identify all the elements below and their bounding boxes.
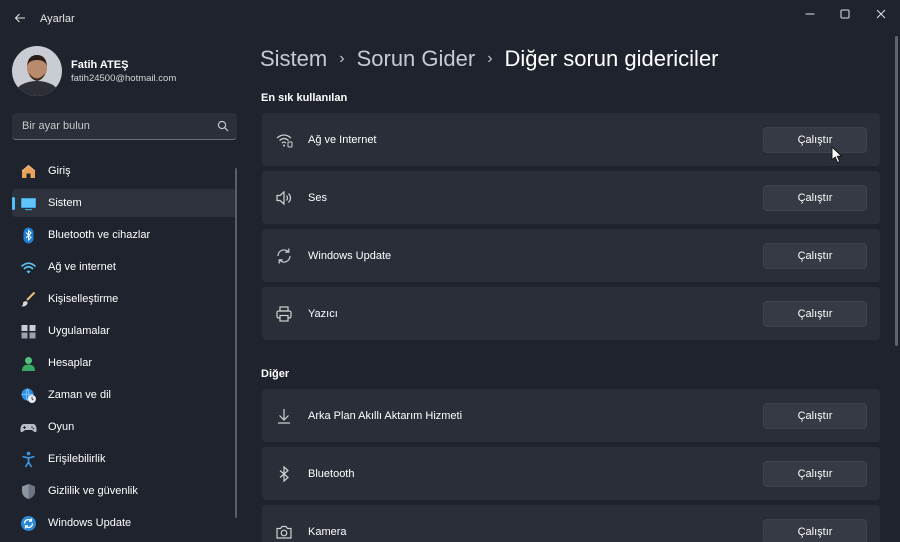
sidebar-item-accounts[interactable]: Hesaplar [12,349,237,377]
breadcrumb: Sistem › Sorun Gider › Diğer sorun gider… [260,46,719,72]
sidebar-item-bluetooth[interactable]: Bluetooth ve cihazlar [12,221,237,249]
maximize-button[interactable] [831,4,859,24]
sidebar-item-label: Giriş [48,165,71,177]
sidebar-item-windows-update[interactable]: Windows Update [12,509,237,537]
sidebar-item-label: Kişiselleştirme [48,293,119,305]
speaker-icon [276,190,292,206]
troubleshooter-row: Yazıcı Çalıştır [262,287,880,340]
sidebar-item-time-language[interactable]: Zaman ve dil [12,381,237,409]
mouse-cursor-icon [831,146,843,164]
close-button[interactable] [867,4,895,24]
bluetooth-icon [23,227,34,244]
section-title-frequent: En sık kullanılan [261,92,348,104]
sidebar-item-label: Uygulamalar [48,325,110,337]
minimize-button[interactable] [796,4,824,24]
close-icon [876,9,886,19]
network-icon [20,262,37,274]
user-name: Fatih ATEŞ [71,59,129,71]
troubleshooter-row: Kamera Çalıştır [262,505,880,542]
chevron-right-icon: › [339,50,345,67]
back-arrow-icon [14,13,25,23]
sidebar-scrollbar[interactable] [235,168,237,518]
troubleshooter-label: Yazıcı [308,308,338,320]
main-scrollbar[interactable] [895,36,898,346]
refresh-icon [277,248,291,264]
gamepad-icon [20,424,37,433]
run-camera-button[interactable]: Çalıştır [763,519,867,542]
back-button[interactable] [8,6,32,30]
sidebar-item-label: Ağ ve internet [48,261,116,273]
sidebar-item-network[interactable]: Ağ ve internet [12,253,237,281]
sidebar-item-privacy-security[interactable]: Gizlilik ve güvenlik [12,477,237,505]
troubleshooter-row: Ses Çalıştır [262,171,880,224]
home-icon [21,164,36,178]
avatar[interactable] [12,46,62,96]
troubleshooter-label: Arka Plan Akıllı Aktarım Hizmeti [308,410,463,422]
sidebar-item-label: Oyun [48,421,75,433]
section-title-other: Diğer [261,368,290,380]
active-indicator [12,197,15,210]
troubleshooter-row: Ağ ve Internet Çalıştır [262,113,880,166]
avatar-photo-icon [12,46,62,96]
troubleshooter-row: Arka Plan Akıllı Aktarım Hizmeti Çalıştı… [262,389,880,442]
run-windows-update-button[interactable]: Çalıştır [763,243,867,269]
windows-update-icon [21,516,36,531]
sidebar-item-personalization[interactable]: Kişiselleştirme [12,285,237,313]
troubleshooter-label: Windows Update [308,250,392,262]
account-icon [22,357,35,371]
sidebar-item-gaming[interactable]: Oyun [12,413,237,441]
search-icon [217,120,229,132]
globe-clock-icon [21,388,36,403]
sidebar-item-system[interactable]: Sistem [12,189,237,217]
run-printer-button[interactable]: Çalıştır [763,301,867,327]
shield-icon [22,484,35,499]
sidebar-item-label: Hesaplar [48,357,93,369]
sidebar-item-label: Windows Update [48,517,132,529]
app-title: Ayarlar [40,13,75,25]
sidebar-item-label: Sistem [48,197,82,209]
chevron-right-icon: › [487,50,493,67]
minimize-icon [805,13,815,15]
system-icon [21,198,36,211]
sidebar-item-label: Bluetooth ve cihazlar [48,229,151,241]
sidebar-item-label: Erişilebilirlik [48,453,106,465]
user-email: fatih24500@hotmail.com [71,73,177,84]
download-icon [278,409,290,424]
search-placeholder: Bir ayar bulun [22,120,90,132]
page-title: Diğer sorun gidericiler [504,46,719,71]
run-bits-button[interactable]: Çalıştır [763,403,867,429]
printer-icon [276,306,292,322]
troubleshooter-label: Ağ ve Internet [308,134,377,146]
bluetooth-icon [279,465,289,483]
brush-icon [21,291,36,307]
run-bluetooth-button[interactable]: Çalıştır [763,461,867,487]
sidebar-item-label: Zaman ve dil [48,389,111,401]
search-input[interactable]: Bir ayar bulun [12,113,237,140]
sidebar-item-apps[interactable]: Uygulamalar [12,317,237,345]
troubleshooter-label: Bluetooth [308,468,355,480]
troubleshooter-row: Bluetooth Çalıştır [262,447,880,500]
accessibility-icon [22,451,35,468]
troubleshooter-label: Kamera [308,526,347,538]
title-bar: Ayarlar [0,0,900,36]
maximize-icon [840,9,850,19]
troubleshooter-label: Ses [308,192,327,204]
sidebar-item-label: Gizlilik ve güvenlik [48,485,138,497]
sidebar-item-accessibility[interactable]: Erişilebilirlik [12,445,237,473]
apps-icon [21,325,36,339]
breadcrumb-system[interactable]: Sistem [260,46,327,72]
run-sound-button[interactable]: Çalıştır [763,185,867,211]
sidebar-item-home[interactable]: Giriş [12,157,237,185]
camera-icon [276,525,292,539]
sidebar: Fatih ATEŞ fatih24500@hotmail.com Bir ay… [0,36,245,542]
breadcrumb-troubleshoot[interactable]: Sorun Gider [357,46,476,72]
run-network-button[interactable]: Çalıştır [763,127,867,153]
wifi-icon [276,134,293,148]
troubleshooter-row: Windows Update Çalıştır [262,229,880,282]
